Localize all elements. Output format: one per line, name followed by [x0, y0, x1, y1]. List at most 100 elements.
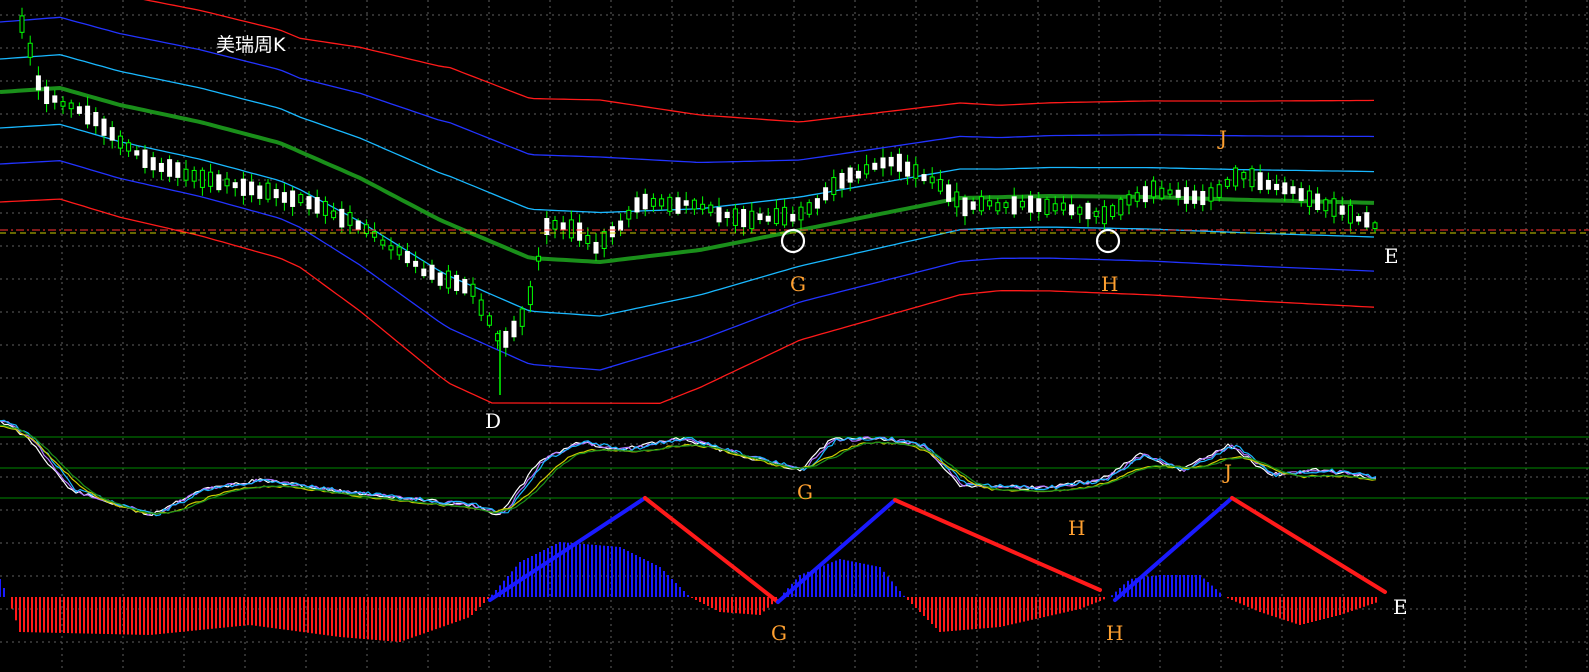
candle	[495, 333, 501, 342]
hist-label-h: H	[1106, 621, 1123, 645]
candle	[544, 218, 550, 235]
candle	[1175, 189, 1181, 198]
candle	[1019, 200, 1025, 208]
candle	[1315, 193, 1321, 211]
candle	[429, 264, 435, 280]
candle	[339, 208, 345, 228]
candle	[1290, 186, 1296, 194]
candle	[511, 320, 517, 338]
candle	[872, 162, 878, 170]
candle	[445, 270, 451, 289]
hist-label-e: E	[1393, 595, 1408, 619]
mid-band	[0, 86, 1375, 264]
candle	[823, 187, 829, 201]
wave-rise-line	[1113, 496, 1234, 602]
candle	[601, 231, 607, 249]
candle	[937, 179, 943, 192]
candle	[306, 196, 312, 210]
candle	[995, 202, 1001, 212]
candle	[700, 203, 706, 210]
candle	[142, 149, 148, 168]
candle	[1347, 204, 1353, 224]
candle	[1085, 202, 1091, 220]
candle	[240, 178, 246, 196]
candle	[347, 212, 353, 226]
candle	[257, 185, 263, 199]
candle	[224, 178, 230, 187]
candle	[527, 286, 533, 306]
candle	[741, 209, 747, 228]
candle	[331, 210, 337, 219]
candle	[478, 299, 484, 316]
candle	[839, 172, 845, 189]
candle	[978, 196, 984, 212]
candle	[782, 206, 788, 226]
candle	[691, 199, 697, 210]
candle	[158, 162, 164, 172]
candle	[749, 210, 755, 230]
candle	[790, 213, 796, 222]
candle	[1134, 192, 1140, 202]
candle	[634, 197, 640, 213]
candle	[987, 200, 993, 207]
candle	[380, 239, 386, 246]
inner-band-upper	[0, 54, 1375, 214]
hist-label-g: G	[771, 621, 787, 645]
candle	[880, 157, 886, 169]
candle	[1216, 184, 1222, 198]
candle	[847, 167, 853, 183]
candle	[52, 95, 58, 103]
candle	[503, 330, 509, 348]
candle	[208, 171, 214, 187]
candle	[962, 197, 968, 217]
candle	[1257, 172, 1263, 191]
candle	[1093, 210, 1099, 217]
candle	[1011, 196, 1017, 215]
candle	[462, 279, 468, 294]
candle	[101, 118, 107, 136]
candle	[68, 102, 74, 110]
candle	[35, 75, 41, 91]
candle	[659, 198, 665, 207]
candle	[388, 245, 394, 251]
candle	[1339, 205, 1345, 215]
price-label-j: J	[1217, 126, 1227, 150]
candles	[19, 7, 1378, 395]
candle	[191, 169, 197, 182]
candle	[888, 156, 894, 167]
candle	[1233, 167, 1239, 187]
candle	[1282, 182, 1288, 195]
candle	[1356, 216, 1362, 222]
candle	[199, 169, 205, 188]
price-label-h: H	[1101, 272, 1118, 296]
candle	[724, 211, 730, 219]
candle	[1323, 199, 1329, 212]
candle	[757, 213, 763, 221]
candle	[1151, 180, 1157, 198]
candle	[314, 197, 320, 214]
candle	[1052, 203, 1058, 212]
candle	[855, 170, 861, 179]
candle	[363, 224, 369, 235]
chart-svg: D G H J E G H J G H E 美瑞周K	[0, 0, 1589, 672]
candle	[650, 197, 656, 207]
candle	[913, 164, 919, 179]
candle	[921, 174, 927, 182]
candle	[454, 274, 460, 291]
candle	[1274, 183, 1280, 191]
candle	[675, 197, 681, 214]
candle	[76, 106, 82, 114]
candle	[1142, 186, 1148, 203]
candle	[732, 208, 738, 226]
price-label-d: D	[485, 409, 501, 433]
candle	[864, 164, 870, 175]
candle	[413, 260, 419, 267]
candle	[404, 251, 410, 264]
candle	[183, 168, 189, 181]
candle	[470, 283, 476, 297]
candle	[954, 191, 960, 208]
candle	[396, 246, 402, 256]
candle	[716, 207, 722, 223]
candle	[1110, 205, 1116, 218]
candle	[552, 219, 558, 230]
